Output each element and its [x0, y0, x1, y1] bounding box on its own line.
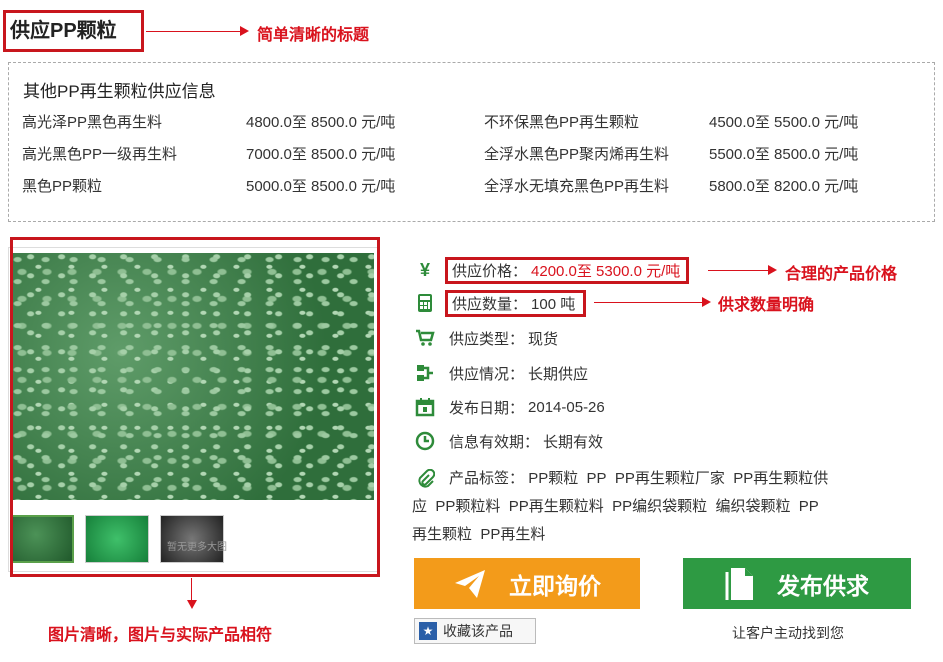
- flow-icon: [415, 363, 435, 383]
- other-supply-item-name[interactable]: 不环保黑色PP再生颗粒: [484, 111, 639, 132]
- tag-link[interactable]: PP颗粒料: [435, 498, 500, 515]
- annotation-image: 图片清晰，图片与实际产品相符: [48, 627, 273, 644]
- favorite-button[interactable]: ★ 收藏该产品: [414, 618, 536, 644]
- type-label: 供应类型：: [449, 330, 525, 348]
- paper-plane-icon: [455, 569, 485, 598]
- validity-label: 信息有效期：: [449, 433, 540, 451]
- status-label: 供应情况：: [449, 365, 525, 383]
- annotation-title: 简单清晰的标题: [257, 27, 370, 44]
- tag-link[interactable]: PP颗粒: [528, 470, 578, 487]
- annotation-quantity: 供求数量明确: [718, 297, 815, 314]
- validity-value: 长期有效: [543, 433, 604, 451]
- annotation-line-image: [191, 578, 192, 602]
- other-supply-item-price: 5500.0至 8500.0 元/吨: [709, 146, 859, 163]
- publish-supply-button[interactable]: 发布供求: [683, 558, 911, 609]
- quantity-label: 供应数量：: [452, 295, 528, 313]
- annotation-arrow-quantity: [702, 297, 711, 307]
- other-supply-item-name[interactable]: 高光黑色PP一级再生料: [22, 143, 177, 164]
- price-value: 4200.0至 5300.0 元/吨: [531, 262, 681, 280]
- calculator-icon: [415, 293, 435, 313]
- other-supply-item-name[interactable]: 全浮水无填充黑色PP再生料: [484, 175, 669, 196]
- tag-link[interactable]: PP编织袋颗粒: [612, 498, 707, 515]
- ask-price-label: 立即询价: [509, 572, 601, 599]
- tag-link[interactable]: PP: [587, 470, 607, 487]
- validity-row: 信息有效期： 长期有效: [415, 429, 603, 453]
- publish-supply-label: 发布供求: [777, 572, 869, 599]
- tags-block: 产品标签： PP颗粒 PP PP再生颗粒厂家 PP再生颗粒供应 PP颗粒料 PP…: [412, 465, 832, 549]
- publish-tagline: 让客户主动找到您: [732, 625, 844, 641]
- yen-icon: ¥: [419, 259, 430, 280]
- other-supply-item-price: 5800.0至 8200.0 元/吨: [709, 178, 859, 195]
- quantity-value: 100 吨: [531, 295, 576, 313]
- cart-icon: [415, 328, 435, 348]
- annotation-frame-image: [10, 237, 380, 577]
- paperclip-icon: [415, 469, 435, 489]
- annotation-arrow-image: [187, 600, 197, 609]
- tag-link[interactable]: PP再生颗粒厂家: [615, 470, 725, 487]
- type-value: 现货: [528, 330, 559, 348]
- tag-link[interactable]: PP再生料: [480, 526, 545, 543]
- date-label: 发布日期：: [449, 399, 525, 417]
- other-supply-item-price: 5000.0至 8500.0 元/吨: [246, 178, 396, 195]
- other-supply-panel: 其他PP再生颗粒供应信息 高光泽PP黑色再生料 4800.0至 8500.0 元…: [8, 62, 935, 222]
- annotation-line-quantity: [594, 302, 704, 303]
- document-icon: [725, 567, 753, 600]
- other-supply-item-price: 4800.0至 8500.0 元/吨: [246, 114, 396, 131]
- annotation-price: 合理的产品价格: [785, 266, 898, 283]
- other-supply-item-name[interactable]: 黑色PP颗粒: [22, 175, 102, 196]
- date-value: 2014-05-26: [528, 398, 605, 416]
- page-title: 供应PP颗粒: [3, 10, 144, 52]
- quantity-row: 供应数量： 100 吨: [415, 289, 587, 317]
- annotation-line-price: [708, 270, 770, 271]
- calendar-icon: [415, 397, 435, 417]
- tag-link[interactable]: 编织袋颗粒: [715, 498, 790, 515]
- other-supply-heading: 其他PP再生颗粒供应信息: [23, 82, 216, 101]
- other-supply-item-name[interactable]: 全浮水黑色PP聚丙烯再生料: [484, 143, 669, 164]
- quantity-highlight: 供应数量： 100 吨: [445, 289, 587, 317]
- favorite-label: 收藏该产品: [443, 623, 513, 639]
- tags-label: 产品标签：: [449, 470, 525, 487]
- clock-icon: [415, 431, 435, 451]
- date-row: 发布日期： 2014-05-26: [415, 395, 605, 419]
- price-highlight: 供应价格： 4200.0至 5300.0 元/吨: [445, 256, 690, 284]
- status-row: 供应情况： 长期供应: [415, 361, 588, 385]
- ask-price-button[interactable]: 立即询价: [414, 558, 640, 609]
- tag-link[interactable]: PP再生颗粒料: [509, 498, 604, 515]
- status-value: 长期供应: [528, 365, 589, 383]
- price-label: 供应价格：: [452, 262, 528, 280]
- annotation-line-title: [146, 31, 242, 32]
- type-row: 供应类型： 现货: [415, 326, 558, 350]
- star-icon: ★: [419, 622, 437, 640]
- other-supply-item-price: 4500.0至 5500.0 元/吨: [709, 114, 859, 131]
- other-supply-item-price: 7000.0至 8500.0 元/吨: [246, 146, 396, 163]
- other-supply-item-name[interactable]: 高光泽PP黑色再生料: [22, 111, 162, 132]
- price-row: ¥ 供应价格： 4200.0至 5300.0 元/吨: [415, 256, 690, 284]
- annotation-arrow-price: [768, 265, 777, 275]
- annotation-arrow-title: [240, 26, 249, 36]
